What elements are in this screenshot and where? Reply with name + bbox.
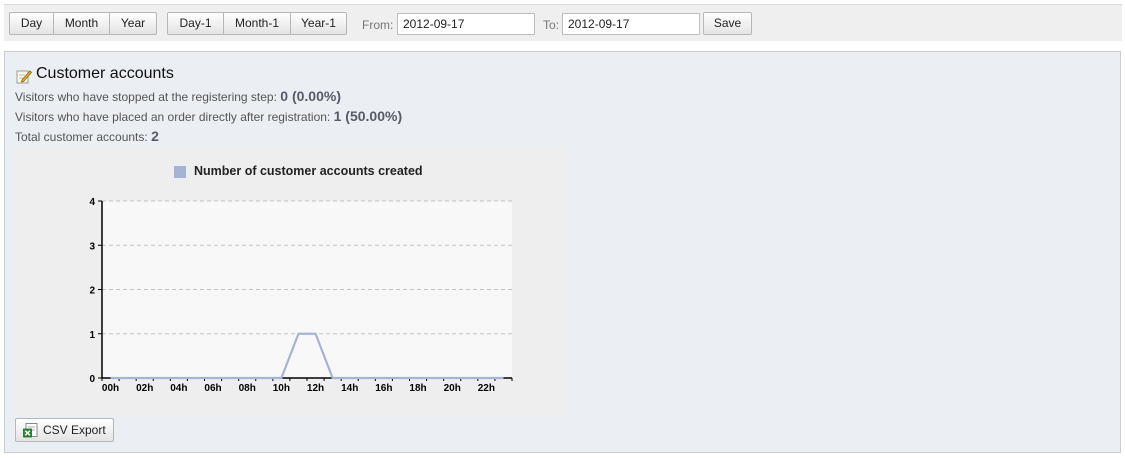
x-tick-label: 04h [170,383,187,394]
previous-year-button[interactable]: Year-1 [290,12,347,35]
csv-export-label: CSV Export [43,423,106,437]
y-tick-label: 3 [89,241,95,252]
x-tick-label: 12h [307,383,324,394]
y-tick-label: 0 [89,374,95,385]
x-tick-label: 00h [102,383,119,394]
stat-label: Total customer accounts: [15,130,148,144]
to-label: To: [543,18,560,32]
x-tick-label: 02h [136,383,153,394]
previous-month-button[interactable]: Month-1 [223,12,291,35]
stat-label: Visitors who have placed an order direct… [15,110,331,124]
to-date-input[interactable]: 2012-09-17 [562,13,700,35]
excel-icon [23,423,38,438]
csv-export-button[interactable]: CSV Export [15,418,114,442]
y-tick-label: 4 [89,197,95,208]
stat-value: 2 [151,128,159,144]
x-tick-label: 08h [239,383,256,394]
from-label: From: [362,18,394,32]
panel-title: Customer accounts [36,65,174,82]
previous-day-button[interactable]: Day-1 [167,12,224,35]
date-range-toolbar: Day Month Year Day-1 Month-1 Year-1 From… [4,4,1122,41]
chart-plot: 0 1 2 3 4 00h 02h 04h 06h 08h 10h 12h 14h 16h 18h 20h 22… [89,197,513,394]
stat-label: Visitors who have stopped at the registe… [15,90,277,104]
x-tick-label: 22h [478,383,495,394]
year-button[interactable]: Year [109,12,157,35]
x-tick-label: 14h [341,383,358,394]
stat-value: 1 (50.00%) [333,108,403,124]
month-button[interactable]: Month [53,12,110,35]
stat-value: 0 (0.00%) [280,88,341,104]
accounts-chart: Number of customer accounts created 0123… [15,146,565,416]
stat-total-accounts: Total customer accounts: 2 [15,128,159,144]
day-button[interactable]: Day [9,12,54,35]
x-tick-label: 10h [273,383,290,394]
save-button[interactable]: Save [703,12,752,35]
y-tick-label: 1 [89,330,95,341]
x-tick-label: 06h [204,383,221,394]
stat-order-after-registration: Visitors who have placed an order direct… [15,108,402,124]
stat-stopped-registering: Visitors who have stopped at the registe… [15,88,341,104]
from-date-input[interactable]: 2012-09-17 [397,13,535,35]
x-tick-label: 16h [375,383,392,394]
customer-accounts-panel: Customer accounts Visitors who have stop… [4,51,1121,453]
x-tick-label: 20h [444,383,461,394]
x-tick-label: 18h [409,383,426,394]
edit-icon [16,70,32,84]
y-tick-label: 2 [89,286,95,297]
